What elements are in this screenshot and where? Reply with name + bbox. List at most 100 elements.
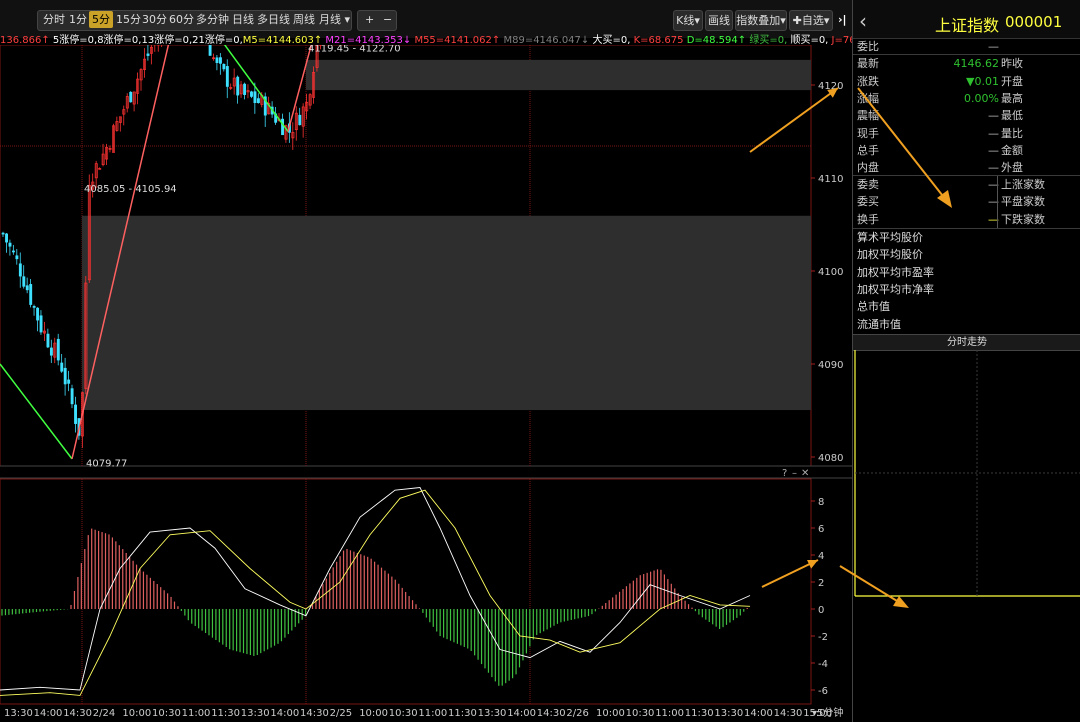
time-tick-label: 14:00 [507,708,536,719]
valuation-label: 算术平均股价 [857,231,923,244]
quote-label: 最新 [857,57,879,71]
zoom-in-button[interactable]: + [362,11,377,28]
candle-body [253,91,257,104]
period-label: ▾5分钟 [812,706,843,719]
quote-row: 现手 — 量比 [853,125,1080,142]
quote-value: — [988,40,999,53]
period-multimin-button[interactable]: 多分钟 [193,11,232,28]
candle-body [29,284,33,305]
quote-label: 涨幅 [857,91,879,105]
candle-body [32,306,36,308]
valuation-label: 加权平均市盈率 [857,265,934,279]
indicator-value-0: 136.866↑ [0,35,50,45]
indicator-value-3: M21=4143.353↓ [322,35,412,45]
indicator-tick-label: 2 [818,578,824,589]
quote-value: 4146.62 [953,57,1000,71]
period-fenshi-button[interactable]: 分时 [40,11,68,28]
period-week-button[interactable]: 周线 [290,11,318,28]
valuation-row: 加权平均市盈率 [853,264,1080,281]
time-tick-label: 11:00 [182,708,211,719]
price-tick-label: 4090 [818,360,843,371]
breadth-row: 换手 — 下跌家数 [853,211,1080,228]
quote-row: 内盘 — 外盘 [853,159,1080,176]
candle-body [225,66,229,87]
support-zone [306,59,811,91]
indicator-minimize-button[interactable]: – [792,468,797,479]
valuation-label: 总市值 [857,300,890,314]
indicator-value-9: 绿买=0, [746,35,788,45]
indicator-tick-label: -6 [818,686,828,697]
period-1min-button[interactable]: 1分 [66,11,90,28]
candle-body [25,285,29,291]
candle-body [70,388,74,405]
divider [997,176,998,228]
quote-row: 震幅 — 最低 [853,107,1080,124]
time-tick-label: 10:00 [122,708,151,719]
valuation-row: 流通市值 [853,316,1080,333]
candle-body [18,263,22,277]
quote-label2: 量比 [1001,126,1023,140]
breadth-label2: 下跌家数 [1001,212,1045,226]
time-tick-label: 14:00 [270,708,299,719]
quote-label: 涨跌 [857,74,879,88]
time-tick-label: 14:30 [63,708,92,719]
zoom-out-button[interactable]: − [380,11,395,28]
candle-body [236,76,240,96]
zone-label: 4119.45 - 4122.70 [308,45,401,55]
candle-body [243,83,247,95]
price-tick-label: 4100 [818,267,843,278]
intraday-chart[interactable] [853,350,1080,722]
candle-body [298,114,302,126]
indicator-value-8: D=48.594↑ [683,35,747,45]
time-tick-label: 2/24 [93,708,115,719]
candle-body [129,91,133,103]
index-overlay-dropdown[interactable]: 指数叠加▾ [735,10,787,31]
candle-body [281,118,285,136]
quote-panel: ‹ 上证指数 000001 委比 — 最新 4146.62 昨收 涨跌 ▼0.01 开盘 涨幅 0… [852,0,1080,722]
indicator-tick-label: 8 [818,497,824,508]
back-button[interactable]: ‹ [859,9,867,33]
low-label: 4079.77 [86,458,127,469]
candle-body [222,63,226,70]
collapse-panel-button[interactable]: ›| [835,11,850,28]
quote-header: ‹ 上证指数 000001 [853,0,1080,39]
candle-body [60,362,64,372]
time-tick-label: 13:30 [241,708,270,719]
time-tick-label: 10:30 [389,708,418,719]
candle-body [67,379,71,384]
time-tick-label: 11:30 [685,708,714,719]
quote-value: ▼0.01 [966,74,999,88]
period-5min-button[interactable]: 5分 [89,11,113,28]
intraday-title: 分时走势 [853,334,1080,351]
period-day-button[interactable]: 日线 [229,11,257,28]
zigzag-line [0,363,73,460]
candle-body [46,333,50,348]
period-month-dropdown[interactable]: 月线 ▾ [316,11,353,28]
breadth-label2: 平盘家数 [1001,195,1045,209]
candle-body [219,57,222,64]
watchlist-dropdown[interactable]: ✚自选▾ [789,10,833,31]
breadth-label2: 上涨家数 [1001,178,1045,191]
time-tick-label: 14:30 [774,708,803,719]
price-tick-label: 4080 [818,453,843,464]
indicator-value-6: 大买=0, [589,35,631,45]
arrow-icon [749,87,839,153]
candle-body [15,255,19,260]
valuation-label: 加权平均市净率 [857,282,934,296]
kline-dropdown[interactable]: K线▾ [673,10,703,31]
period-multiday-button[interactable]: 多日线 [254,11,293,28]
candle-body [22,276,26,287]
quote-row: 最新 4146.62 昨收 [853,55,1080,72]
time-tick-label: 14:00 [34,708,63,719]
quote-value: — [988,143,999,157]
time-tick-label: 10:30 [626,708,655,719]
indicator-close-button[interactable]: ✕ [801,468,809,479]
time-tick-label: 10:00 [596,708,625,719]
kline-chart[interactable]: 4160415041404130412041104100409040808642… [0,45,852,722]
indicator-value-2: M5=4144.603↑ [242,35,323,45]
draw-line-button[interactable]: 画线 [705,10,733,31]
quote-value: — [988,126,999,140]
time-tick-label: 11:00 [655,708,684,719]
time-tick-label: 2/25 [330,708,352,719]
indicator-help-button[interactable]: ? [782,468,787,479]
